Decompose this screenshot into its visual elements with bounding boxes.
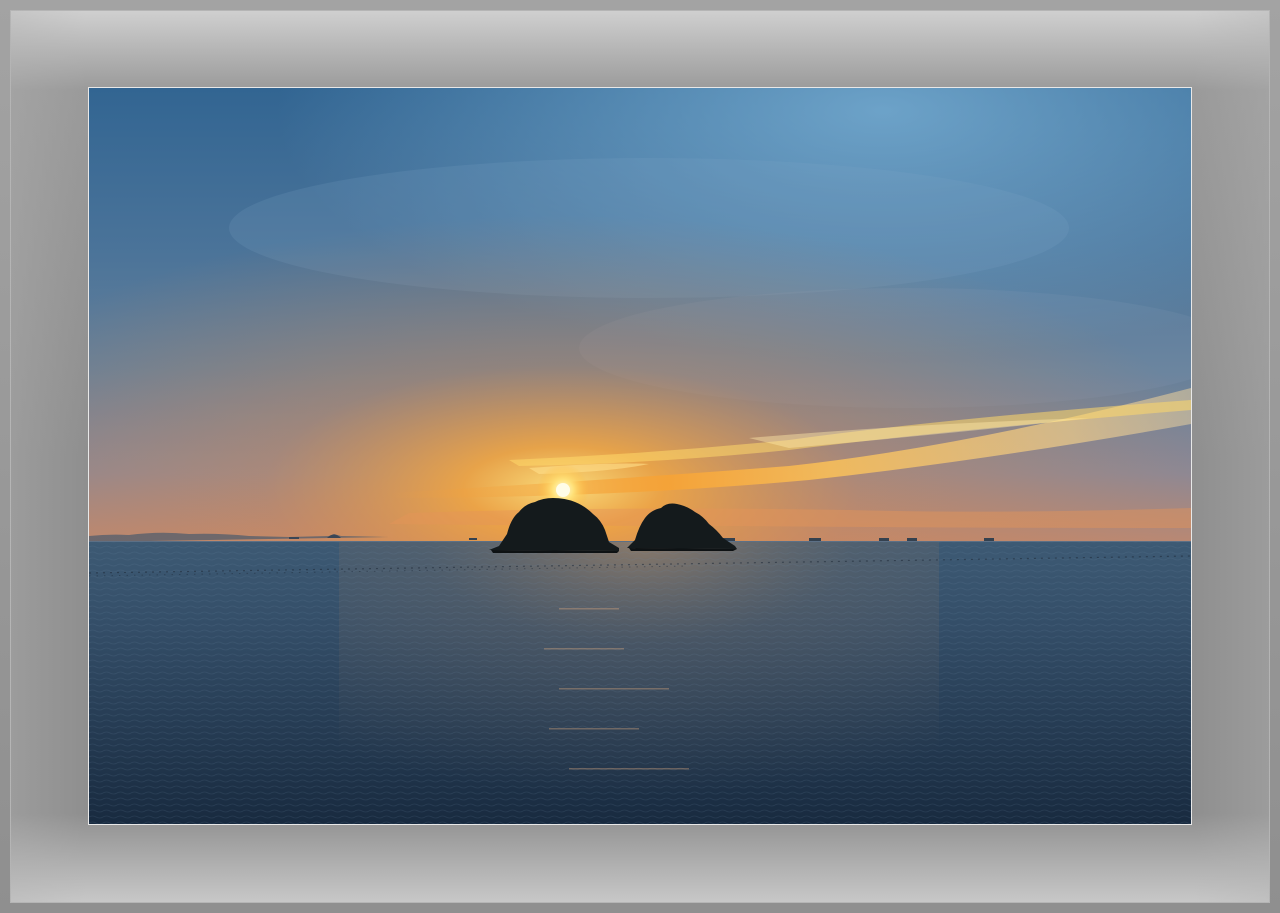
outer-frame — [0, 0, 1280, 913]
picture-mat — [10, 10, 1270, 903]
sunset-photo — [88, 87, 1192, 825]
sunset-scene — [89, 88, 1191, 824]
